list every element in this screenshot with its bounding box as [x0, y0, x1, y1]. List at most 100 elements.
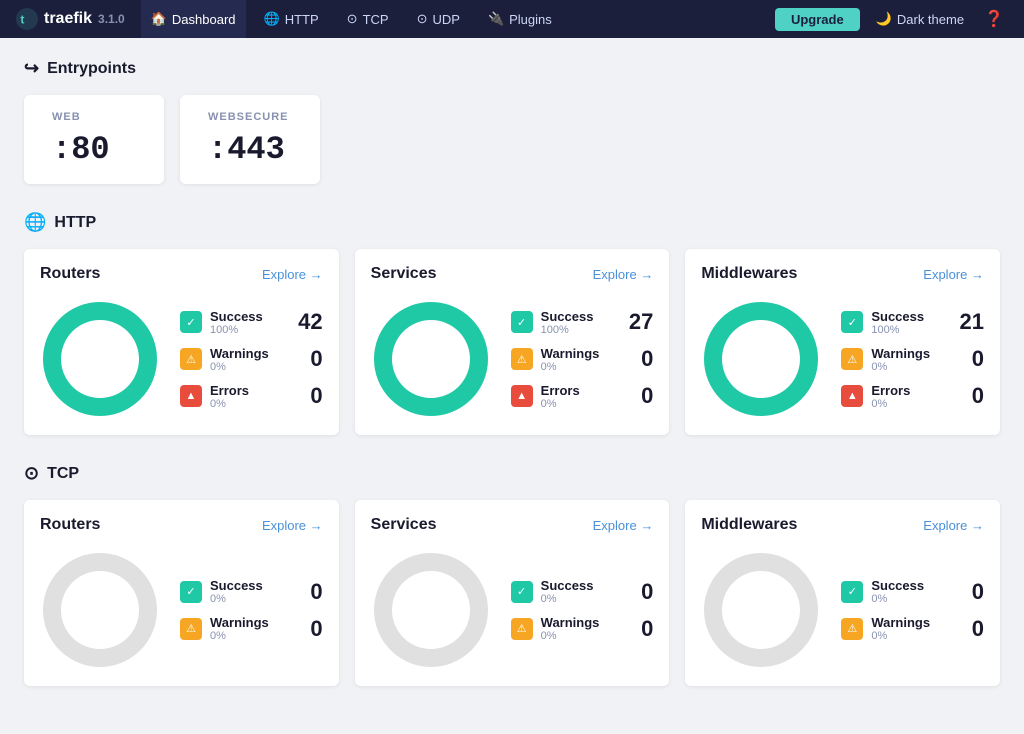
warning-badge: ⚠: [180, 618, 202, 640]
tcp-middlewares-donut: [701, 550, 821, 670]
tcp-middlewares-title: Middlewares: [701, 516, 797, 534]
http-routers-card: Routers Explore → ✓ Success: [24, 249, 339, 435]
http-routers-explore[interactable]: Explore →: [262, 267, 323, 282]
tcp-section-icon: ⊙: [24, 463, 39, 484]
tcp-middlewares-explore[interactable]: Explore →: [923, 518, 984, 533]
logo-text: traefik: [44, 10, 92, 28]
entrypoint-websecure[interactable]: WEBSECURE :443: [180, 95, 320, 184]
http-routers-success: ✓ Success 100% 42: [180, 309, 323, 336]
entrypoint-web-name: WEB: [52, 111, 136, 123]
warning-badge: ⚠: [511, 348, 533, 370]
http-icon: 🌐: [264, 11, 280, 27]
tcp-routers-donut: [40, 550, 160, 670]
main-content: ↪ Entrypoints WEB :80 WEBSECURE :443 🌐 H…: [0, 38, 1024, 734]
entrypoint-web[interactable]: WEB :80: [24, 95, 164, 184]
tcp-middlewares-warnings: ⚠ Warnings 0% 0: [841, 615, 984, 642]
tcp-middlewares-body: ✓ Success 0% 0 ⚠ Warnings 0% 0: [701, 550, 984, 670]
tcp-middlewares-card: Middlewares Explore → ✓ Success 0%: [685, 500, 1000, 686]
tcp-routers-warnings: ⚠ Warnings 0% 0: [180, 615, 323, 642]
http-middlewares-title: Middlewares: [701, 265, 797, 283]
tcp-services-legend: ✓ Success 0% 0 ⚠ Warnings 0% 0: [511, 578, 654, 642]
nav-dashboard[interactable]: 🏠 Dashboard: [141, 0, 246, 38]
http-middlewares-card: Middlewares Explore → ✓ Success: [685, 249, 1000, 435]
warning-badge: ⚠: [841, 618, 863, 640]
tcp-middlewares-success: ✓ Success 0% 0: [841, 578, 984, 605]
entrypoint-web-port: :80: [52, 131, 136, 168]
tcp-services-explore[interactable]: Explore →: [593, 518, 654, 533]
entrypoint-websecure-name: WEBSECURE: [208, 111, 292, 123]
nav-http[interactable]: 🌐 HTTP: [254, 0, 329, 38]
http-middlewares-donut: [701, 299, 821, 419]
http-routers-warnings: ⚠ Warnings 0% 0: [180, 346, 323, 373]
http-section-icon: 🌐: [24, 212, 46, 233]
nav-tcp[interactable]: ⊙ TCP: [337, 0, 399, 38]
nav-version: 3.1.0: [98, 12, 125, 26]
tcp-services-header: Services Explore →: [371, 516, 654, 534]
nav-plugins[interactable]: 🔌 Plugins: [478, 0, 562, 38]
udp-icon: ⊙: [417, 11, 428, 27]
http-middlewares-errors: ▲ Errors 0% 0: [841, 383, 984, 410]
tcp-middlewares-header: Middlewares Explore →: [701, 516, 984, 534]
http-routers-body: ✓ Success 100% 42 ⚠ Warnings 0% 0: [40, 299, 323, 419]
tcp-routers-card: Routers Explore → ✓ Success 0%: [24, 500, 339, 686]
nav-udp[interactable]: ⊙ UDP: [407, 0, 470, 38]
logo: t traefik 3.1.0: [16, 8, 125, 30]
http-section-header: 🌐 HTTP: [24, 212, 1000, 233]
error-badge: ▲: [180, 385, 202, 407]
help-button[interactable]: ❓: [980, 9, 1008, 29]
http-middlewares-legend: ✓ Success 100% 21 ⚠ Warnings 0% 0: [841, 309, 984, 410]
http-services-explore[interactable]: Explore →: [593, 267, 654, 282]
tcp-routers-legend: ✓ Success 0% 0 ⚠ Warnings 0% 0: [180, 578, 323, 642]
tcp-routers-success: ✓ Success 0% 0: [180, 578, 323, 605]
entrypoints-section-header: ↪ Entrypoints: [24, 58, 1000, 79]
warning-badge: ⚠: [180, 348, 202, 370]
help-icon: ❓: [984, 11, 1004, 28]
http-services-legend: ✓ Success 100% 27 ⚠ Warnings 0% 0: [511, 309, 654, 410]
entrypoint-websecure-port: :443: [208, 131, 292, 168]
http-routers-header: Routers Explore →: [40, 265, 323, 283]
success-badge: ✓: [511, 311, 533, 333]
warning-badge: ⚠: [841, 348, 863, 370]
http-middlewares-warnings: ⚠ Warnings 0% 0: [841, 346, 984, 373]
success-badge: ✓: [180, 311, 202, 333]
success-badge: ✓: [180, 581, 202, 603]
http-routers-title: Routers: [40, 265, 100, 283]
tcp-routers-body: ✓ Success 0% 0 ⚠ Warnings 0% 0: [40, 550, 323, 670]
tcp-services-body: ✓ Success 0% 0 ⚠ Warnings 0% 0: [371, 550, 654, 670]
http-middlewares-explore[interactable]: Explore →: [923, 267, 984, 282]
error-badge: ▲: [511, 385, 533, 407]
tcp-middlewares-legend: ✓ Success 0% 0 ⚠ Warnings 0% 0: [841, 578, 984, 642]
warning-badge: ⚠: [511, 618, 533, 640]
http-services-warnings: ⚠ Warnings 0% 0: [511, 346, 654, 373]
tcp-services-title: Services: [371, 516, 437, 534]
entrypoints-row: WEB :80 WEBSECURE :443: [24, 95, 1000, 184]
navbar: t traefik 3.1.0 🏠 Dashboard 🌐 HTTP ⊙ TCP…: [0, 0, 1024, 38]
http-cards-row: Routers Explore → ✓ Success: [24, 249, 1000, 435]
http-services-body: ✓ Success 100% 27 ⚠ Warnings 0% 0: [371, 299, 654, 419]
tcp-icon: ⊙: [347, 11, 358, 27]
plugins-icon: 🔌: [488, 11, 504, 27]
http-services-donut: [371, 299, 491, 419]
dark-theme-toggle[interactable]: 🌙 Dark theme: [868, 11, 972, 27]
tcp-cards-row: Routers Explore → ✓ Success 0%: [24, 500, 1000, 686]
svg-text:t: t: [20, 12, 24, 26]
http-services-title: Services: [371, 265, 437, 283]
entrypoints-icon: ↪: [24, 58, 39, 79]
success-badge: ✓: [841, 311, 863, 333]
tcp-routers-header: Routers Explore →: [40, 516, 323, 534]
upgrade-button[interactable]: Upgrade: [775, 8, 860, 31]
error-badge: ▲: [841, 385, 863, 407]
tcp-section-title: TCP: [47, 465, 79, 483]
success-badge: ✓: [511, 581, 533, 603]
http-services-success: ✓ Success 100% 27: [511, 309, 654, 336]
tcp-services-card: Services Explore → ✓ Success 0%: [355, 500, 670, 686]
success-badge: ✓: [841, 581, 863, 603]
tcp-routers-explore[interactable]: Explore →: [262, 518, 323, 533]
tcp-services-donut: [371, 550, 491, 670]
tcp-services-success: ✓ Success 0% 0: [511, 578, 654, 605]
http-middlewares-header: Middlewares Explore →: [701, 265, 984, 283]
moon-icon: 🌙: [876, 11, 892, 27]
http-section-title: HTTP: [54, 214, 96, 232]
http-routers-errors: ▲ Errors 0% 0: [180, 383, 323, 410]
http-services-card: Services Explore → ✓ Success: [355, 249, 670, 435]
